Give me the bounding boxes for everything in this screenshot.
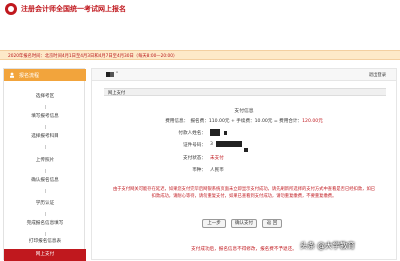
fee-info: 费用信息： 报名费：110.00元 + 手续费：10.00元 = 费用合计：12… (92, 118, 396, 124)
step-connector (45, 145, 46, 149)
redacted-payer-name (210, 129, 220, 136)
sidebar-item-label: 选择考区 (35, 94, 55, 99)
fee-total: 120.00元 (302, 119, 323, 124)
id-number-label: 证件号码： (183, 143, 206, 148)
redacted-payer-name (224, 131, 227, 135)
step-connector (45, 189, 46, 193)
back-button[interactable]: 返 回 (262, 219, 282, 228)
fee-breakdown: 费用信息： 报名费：110.00元 + 手续费：10.00元 = 费用合计： (165, 119, 303, 124)
payment-section-header: 网上支付 (104, 88, 386, 96)
sidebar-heading-label: 报名流程 (19, 73, 40, 79)
sidebar-item-fill-info[interactable]: 填写报考信息 (4, 109, 86, 123)
user-name: “ (116, 72, 119, 77)
user-bar: “ 退出登录 (92, 69, 396, 81)
payment-section-title: 网上支付 (108, 91, 126, 96)
sidebar-item-select-region[interactable]: 选择考区 (4, 89, 86, 103)
sidebar-item-degree-verify[interactable]: 学历认证 (4, 196, 86, 210)
site-title: 注册会计师全国统一考试网上报名 (21, 5, 126, 13)
currency-label: 币种： (192, 168, 206, 173)
sidebar-item-label: 填写报考信息 (31, 114, 59, 119)
process-sidebar: 报名流程 选择考区 填写报考信息 选择报考科目 上传照片 确认报名信息 学历认证… (3, 68, 86, 261)
registration-notice-text: 2020年报名时间：北京时间4月1日至4月3日和4月7日至4月30日（每天8:0… (8, 54, 178, 59)
sidebar-item-print-form[interactable]: 打印报名信息表 (4, 234, 86, 248)
sidebar-item-label: 确认报名信息 (31, 178, 59, 183)
sidebar-item-label: 学历认证 (35, 201, 55, 206)
payment-status-label: 支付状态： (183, 156, 206, 161)
sidebar-item-upload-photo[interactable]: 上传照片 (4, 153, 86, 167)
prev-step-button[interactable]: 上一步 (202, 219, 226, 228)
sidebar-item-label: 完成报名信息填写 (26, 221, 64, 226)
cicpa-logo-icon (5, 3, 17, 15)
redacted-id-number (244, 148, 248, 152)
page-header: 注册会计师全国统一考试网上报名 (0, 0, 400, 44)
payer-name-label: 付款人姓名： (178, 131, 206, 136)
redacted-user-name (106, 72, 110, 77)
sidebar-item-label: 上传照片 (35, 158, 55, 163)
sidebar-item-select-subjects[interactable]: 选择报考科目 (4, 129, 86, 143)
main-panel: “ 退出登录 网上支付 支付信息 费用信息： 报名费：110.00元 + 手续费… (91, 68, 397, 260)
payment-info-title: 支付信息 (234, 109, 254, 114)
sidebar-item-label: 选择报考科目 (31, 134, 59, 139)
sidebar-item-confirm-info[interactable]: 确认报名信息 (4, 173, 86, 187)
redacted-id-number (216, 141, 242, 147)
sidebar-heading: 报名流程 (4, 69, 86, 81)
user-avatar-icon (110, 72, 114, 77)
person-icon (10, 72, 14, 78)
sidebar-item-online-payment[interactable]: 网上支付 (4, 249, 86, 261)
payment-status-value: 未支付 (210, 156, 224, 161)
id-number-value: 3 (210, 142, 213, 147)
currency-value: 人民币 (210, 168, 224, 173)
payment-warning: 由于支付网关可能存在延迟，如果您支付完毕后网银系统页面未立即显示支付成功，请先刷… (112, 187, 376, 199)
watermark: 头条 @大学教育 (300, 241, 355, 250)
registration-notice-bar: 2020年报名时间：北京时间4月1日至4月3日和4月7日至4月30日（每天8:0… (0, 50, 400, 60)
logout-link[interactable]: 退出登录 (369, 72, 386, 78)
sidebar-item-complete-info[interactable]: 完成报名信息填写 (4, 216, 86, 230)
confirm-payment-button[interactable]: 确认支付 (231, 219, 257, 228)
sidebar-item-label: 打印报名信息表 (28, 239, 62, 244)
